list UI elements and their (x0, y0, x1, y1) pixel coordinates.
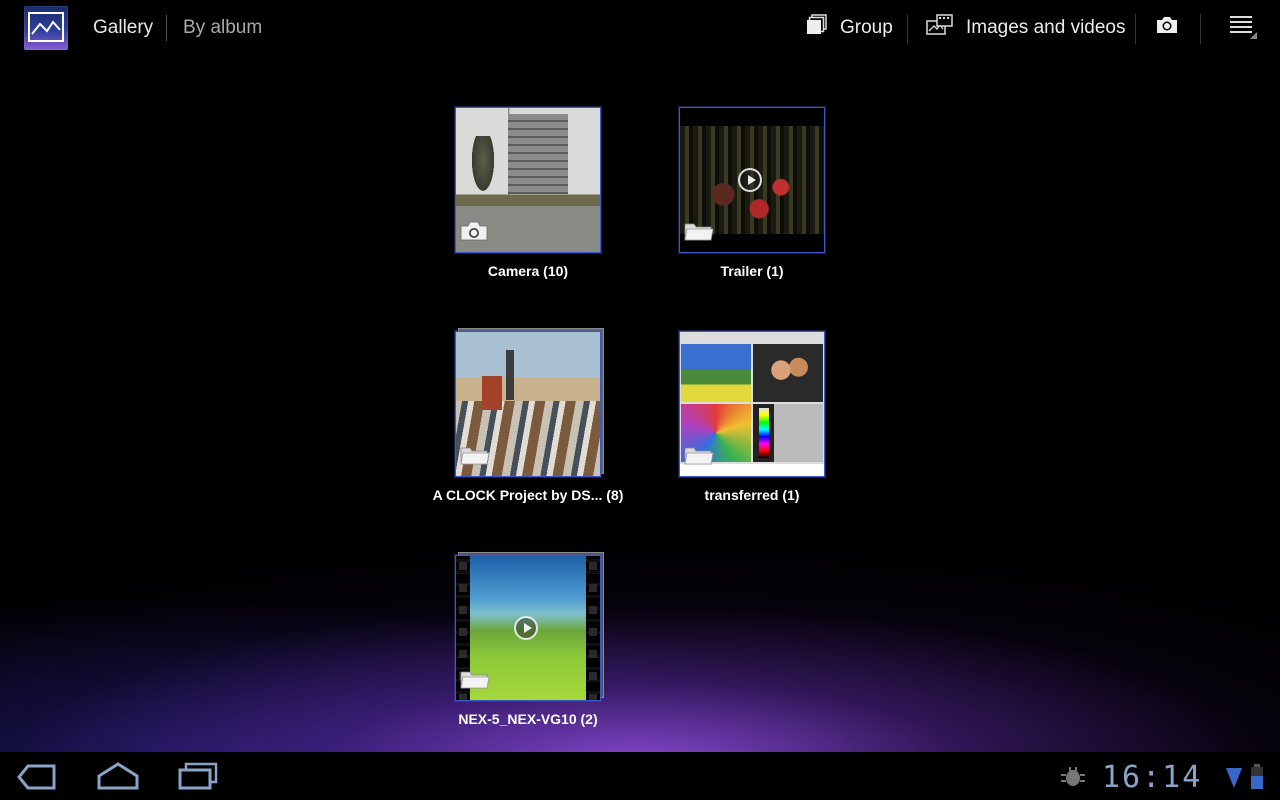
title-divider (166, 15, 167, 41)
action-divider (1135, 14, 1136, 44)
album-label: transferred (1) (704, 487, 800, 503)
folder-icon (459, 444, 491, 471)
recent-apps-icon[interactable] (176, 760, 220, 799)
action-bar: Gallery By album Group Images and videos (0, 0, 1280, 56)
album-label: Trailer (1) (720, 263, 784, 279)
album-label: A CLOCK Project by DS... (8) (432, 487, 624, 503)
album-thumbnail[interactable] (679, 107, 825, 253)
back-icon[interactable] (16, 760, 58, 799)
page-title[interactable]: Gallery (93, 17, 153, 39)
status-clock: 16:14 (1102, 760, 1203, 795)
play-icon (514, 616, 538, 640)
wifi-icon (1224, 766, 1244, 795)
album-thumbnail[interactable] (455, 555, 601, 701)
album-thumbnail[interactable] (455, 331, 601, 477)
play-icon (738, 168, 762, 192)
battery-icon (1250, 764, 1264, 795)
home-icon[interactable] (95, 760, 141, 799)
camera-icon (1155, 15, 1179, 41)
overflow-menu-button[interactable] (1228, 0, 1258, 56)
filter-label: Images and videos (966, 17, 1126, 38)
debug-icon (1060, 766, 1086, 793)
action-divider (907, 14, 908, 44)
images-videos-filter[interactable]: Images and videos (926, 0, 1126, 56)
gallery-screen: Gallery By album Group Images and videos… (0, 0, 1280, 800)
folder-icon (459, 668, 491, 695)
folder-icon (683, 220, 715, 247)
album-label: NEX-5_NEX-VG10 (2) (458, 711, 598, 727)
group-button[interactable]: Group (806, 0, 893, 56)
group-icon (806, 14, 828, 42)
camera-icon (459, 220, 489, 247)
overflow-menu-icon (1228, 10, 1258, 46)
gallery-app-icon[interactable] (24, 6, 68, 50)
folder-icon (683, 444, 715, 471)
album-label: Camera (10) (487, 263, 569, 279)
action-divider (1200, 14, 1201, 44)
group-label: Group (840, 17, 893, 38)
images-videos-icon (926, 14, 954, 42)
view-mode-label[interactable]: By album (183, 17, 262, 39)
album-thumbnail[interactable] (679, 331, 825, 477)
camera-button[interactable] (1155, 0, 1179, 56)
album-thumbnail[interactable] (455, 107, 601, 253)
system-bar (0, 752, 1280, 800)
